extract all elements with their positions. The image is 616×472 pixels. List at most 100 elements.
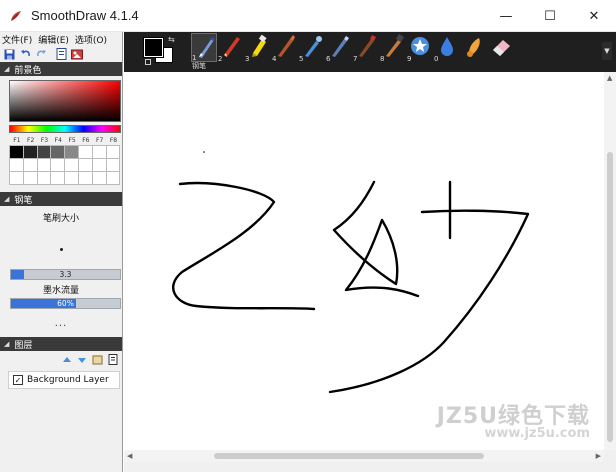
layers-header[interactable]: ◢ 图层 — [0, 337, 122, 351]
pencil-icon — [224, 37, 240, 57]
color-swatch[interactable] — [23, 146, 38, 159]
reset-colors-icon[interactable] — [145, 59, 151, 65]
vertical-scrollbar[interactable]: ▲ — [604, 72, 616, 450]
scroll-right-icon[interactable]: ▶ — [596, 452, 601, 460]
redo-icon[interactable] — [35, 48, 47, 60]
tool-flat-brush[interactable]: 8 — [380, 33, 406, 63]
image-icon[interactable] — [71, 48, 83, 60]
color-swatch[interactable] — [65, 146, 79, 159]
tool-oil-brush[interactable]: 7 — [353, 33, 379, 63]
function-key-label: F1 — [13, 137, 21, 144]
menu-file[interactable]: 文件(F) — [2, 33, 32, 46]
color-swatch[interactable] — [23, 159, 38, 172]
tool-water[interactable]: 0 — [434, 33, 460, 63]
tool-number: 2 — [218, 55, 223, 63]
marker-icon — [332, 36, 349, 57]
menu-options[interactable]: 选项(O) — [75, 33, 107, 46]
title-bar: SmoothDraw 4.1.4 — ☐ ✕ — [0, 0, 616, 32]
undo-icon[interactable] — [19, 48, 31, 60]
watermark: JZ5U绿色下载 www.jz5u.com — [420, 398, 590, 441]
swap-colors-icon[interactable]: ⇆ — [168, 35, 175, 44]
color-swatch[interactable] — [51, 159, 66, 172]
menu-edit[interactable]: 编辑(E) — [38, 33, 69, 46]
more-tools-dropdown[interactable]: ▼ — [602, 42, 612, 60]
tool-number: 5 — [299, 55, 304, 63]
function-key-label: F7 — [96, 137, 104, 144]
horizontal-scrollbar[interactable]: ◀ ▶ — [124, 450, 604, 462]
color-swatch[interactable] — [10, 146, 24, 159]
color-swatch[interactable] — [78, 146, 93, 159]
layer-visibility-checkbox[interactable]: ✓ — [13, 375, 23, 385]
color-picker-square[interactable] — [9, 80, 121, 122]
foreground-color-header[interactable]: ◢ 前景色 — [0, 62, 122, 76]
ink-flow-label: 墨水流量 — [42, 286, 79, 296]
brush-icon — [278, 35, 295, 57]
scroll-up-icon[interactable]: ▲ — [607, 74, 612, 82]
tool-smudge[interactable] — [461, 33, 487, 62]
menu-bar: 文件(F) 编辑(E) 选项(O) — [0, 32, 122, 46]
more-options-button[interactable]: ... — [0, 318, 122, 329]
color-swatch[interactable] — [23, 172, 38, 185]
tool-brush[interactable]: 4 — [272, 33, 298, 63]
oil-brush-icon — [359, 35, 376, 57]
layer-properties-icon[interactable] — [92, 354, 103, 368]
brush-size-slider[interactable]: 3.3 — [10, 269, 121, 280]
color-swatch[interactable] — [78, 159, 93, 172]
tool-pencil[interactable]: 2 — [218, 33, 244, 63]
brush-header[interactable]: ◢ 钢笔 — [0, 192, 122, 206]
tool-marker[interactable]: 6 — [326, 33, 352, 63]
scroll-left-icon[interactable]: ◀ — [127, 452, 132, 460]
ink-flow-slider[interactable]: 60% — [10, 298, 121, 309]
color-swatch[interactable] — [92, 159, 107, 172]
color-swatch[interactable] — [65, 172, 79, 185]
left-panel: 文件(F) 编辑(E) 选项(O) ◢ 前景色 F1 F2 F3 F4 F5 F6 F7 F8… — [0, 32, 123, 472]
brush-size-label: 笔刷大小 — [42, 214, 79, 224]
tool-toolbar: ⇆ 1 2 3 4 5 6 7 8 9 0 ▼ 钢笔 — [124, 32, 616, 72]
tool-airbrush[interactable]: 5 — [299, 33, 325, 63]
color-swatch[interactable] — [78, 172, 93, 185]
layer-item[interactable]: ✓ Background Layer — [8, 371, 120, 389]
quick-toolbar — [0, 46, 122, 62]
color-swatch[interactable] — [37, 146, 52, 159]
color-swatch[interactable] — [51, 172, 66, 185]
collapse-triangle-icon: ◢ — [4, 195, 10, 203]
foreground-color-swatch[interactable] — [143, 37, 164, 58]
minimize-button[interactable]: — — [484, 0, 528, 32]
layer-up-icon[interactable] — [62, 355, 72, 368]
color-swatch[interactable] — [106, 172, 121, 185]
color-swatch[interactable] — [106, 146, 121, 159]
star-brush-icon — [411, 37, 429, 55]
canvas-strokes — [171, 151, 530, 394]
close-button[interactable]: ✕ — [572, 0, 616, 32]
color-swatch[interactable] — [106, 159, 121, 172]
color-swatch[interactable] — [65, 159, 79, 172]
tool-pen[interactable]: 1 — [191, 33, 217, 62]
drawing-canvas[interactable] — [124, 72, 604, 450]
tool-highlighter[interactable]: 3 — [245, 33, 271, 63]
tool-number: 8 — [380, 55, 385, 63]
page-icon[interactable] — [55, 48, 67, 60]
maximize-button[interactable]: ☐ — [528, 0, 572, 32]
layer-down-icon[interactable] — [77, 355, 87, 368]
selected-tool-caption: 钢笔 — [192, 62, 206, 70]
hue-slider[interactable] — [9, 125, 121, 133]
color-swatch[interactable] — [37, 172, 52, 185]
save-icon[interactable] — [3, 48, 15, 60]
highlighter-icon — [252, 34, 267, 57]
tool-eraser[interactable] — [488, 33, 514, 62]
tool-star-brush[interactable]: 9 — [407, 33, 433, 63]
tool-number: 4 — [272, 55, 277, 63]
horizontal-scroll-thumb[interactable] — [214, 453, 484, 459]
layers-title: 图层 — [14, 340, 33, 351]
vertical-scroll-thumb[interactable] — [607, 152, 613, 442]
color-swatch[interactable] — [10, 172, 24, 185]
color-swatch[interactable] — [51, 146, 66, 159]
color-swatch[interactable] — [10, 159, 24, 172]
color-swatch[interactable] — [37, 159, 52, 172]
color-swatch[interactable] — [92, 172, 107, 185]
color-swatch[interactable] — [92, 146, 107, 159]
water-drop-icon — [441, 37, 453, 56]
brush-title: 钢笔 — [14, 195, 33, 206]
tool-number: 0 — [434, 55, 439, 63]
layer-new-icon[interactable] — [108, 354, 118, 368]
